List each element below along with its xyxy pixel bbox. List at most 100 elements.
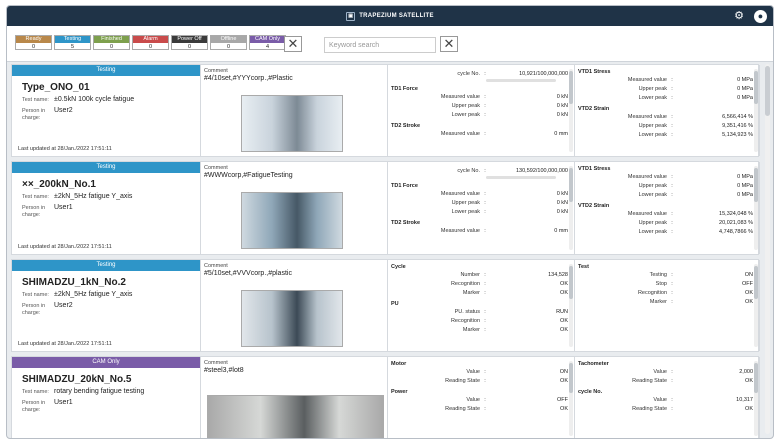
measurement-value: 0 kN — [556, 199, 568, 206]
filter-chip-count: 5 — [70, 44, 75, 50]
test-name-value: ±0.5kN 100k cycle fatigue — [54, 96, 135, 103]
measurement-separator: : — [484, 308, 486, 315]
camera-image[interactable] — [241, 95, 343, 152]
device-name[interactable]: SHIMADZU_1kN_No.2 — [22, 277, 200, 288]
person-label: Person in charge: — [22, 108, 46, 121]
panel-scrollbar[interactable] — [569, 264, 573, 347]
measurement-name: Recognition — [637, 289, 667, 296]
measurement-row: Lower peak: 0 kN — [388, 207, 574, 216]
measurement-row: Lower peak: 0 MPa — [575, 93, 759, 102]
measurement-value: 0 MPa — [737, 94, 753, 101]
measurement-separator: : — [671, 405, 673, 412]
measurement-row: Number: 134,528 — [388, 270, 574, 279]
filter-chip-offline[interactable]: Offline 0 — [210, 35, 247, 50]
measurement-separator: : — [671, 182, 673, 189]
device-info: Testing SHIMADZU_1kN_No.2 Test name: ±2kN_5… — [12, 260, 201, 351]
filter-chip-count: 0 — [31, 44, 36, 50]
test-name-row: Test name: ±2kN_5Hz fatigue Y_axis — [22, 291, 200, 299]
measurement-value: 5,134,923 % — [722, 131, 753, 138]
measurement-name: Reading State — [445, 405, 480, 412]
measurement-value: 6,566,414 % — [722, 113, 753, 120]
device-name[interactable]: ××_200kN_No.1 — [22, 179, 200, 190]
filter-chip-alarm[interactable]: Alarm 0 — [132, 35, 169, 50]
gear-icon[interactable]: ⚙ — [734, 9, 744, 23]
camera-image[interactable] — [241, 290, 343, 347]
test-name-row: Test name: ±0.5kN 100k cycle fatigue — [22, 96, 200, 104]
panel-scrollbar[interactable] — [754, 361, 758, 436]
status-badge: CAM Only — [12, 357, 200, 368]
device-card[interactable]: Testing SHIMADZU_1kN_No.2 Test name: ±2kN_5… — [11, 259, 760, 352]
person-value: User1 — [54, 204, 73, 211]
measurement-value: OK — [745, 298, 753, 305]
measurement-name: cycle No. — [457, 167, 480, 174]
measurement-row: Measured value: 0 MPa — [575, 172, 759, 181]
device-card[interactable]: CAM Only SHIMADZU_20kN_No.5 Test name: rota… — [11, 356, 760, 438]
device-card[interactable]: Testing ××_200kN_No.1 Test name: ±2kN_5Hz f… — [11, 161, 760, 255]
measurement-row: Measured value: 0 kN — [388, 189, 574, 198]
measurement-row: Upper peak: 9,351,416 % — [575, 121, 759, 130]
test-name-label: Test name: — [22, 194, 49, 200]
measurement-row: Measured value: 0 mm — [388, 226, 574, 235]
measurement-name: Value — [466, 396, 480, 403]
measurement-name: Recognition — [450, 317, 480, 324]
measurement-value: OK — [560, 280, 568, 287]
measurement-value: OK — [745, 289, 753, 296]
filter-chip-finished[interactable]: Finished 0 — [93, 35, 130, 50]
panel-scrollbar[interactable] — [569, 69, 573, 152]
user-avatar-icon[interactable]: ● — [754, 9, 767, 23]
clear-search-button[interactable]: ✕ — [440, 36, 458, 52]
measurement-value: OK — [560, 317, 568, 324]
panel-scrollbar[interactable] — [569, 166, 573, 250]
measurement-panel-1: Motor Value: ON Reading State: OK Power Value:… — [388, 357, 575, 438]
panel-scrollbar[interactable] — [754, 166, 758, 250]
comment-panel: Comment #steel3,#lot8 — [201, 357, 388, 438]
status-filter-chips: Ready 0 Testing 5 Finished 0 Alarm 0 Power Off 0 O… — [15, 35, 286, 50]
camera-image[interactable] — [241, 192, 343, 249]
comment-text: #4/10set,#YYYcorp.,#Plastic — [204, 75, 293, 82]
measurement-name: Lower peak — [638, 131, 667, 138]
measurement-value: 0 MPa — [737, 173, 753, 180]
device-name[interactable]: Type_ONO_01 — [22, 82, 200, 93]
test-name-value: rotary bending fatigue testing — [54, 388, 145, 395]
comment-label: Comment — [204, 165, 228, 171]
measurement-separator: : — [671, 298, 673, 305]
measurement-separator: : — [671, 280, 673, 287]
measurement-row: Lower peak: 5,134,923 % — [575, 130, 759, 139]
device-card[interactable]: Testing Type_ONO_01 Test name: ±0.5kN 100k … — [11, 64, 760, 157]
filter-chip-label: Ready — [16, 36, 51, 43]
measurement-value: OK — [560, 377, 568, 384]
person-label: Person in charge: — [22, 303, 46, 316]
measurement-row: Reading State: OK — [388, 376, 574, 385]
title-bar: ▣ TRAPEZIUM SATELLITE ⚙ ● — [7, 6, 773, 26]
page-scrollbar[interactable] — [765, 64, 770, 434]
clear-filters-button[interactable]: ✕ — [284, 36, 302, 52]
panel-scrollbar[interactable] — [754, 69, 758, 152]
device-name[interactable]: SHIMADZU_20kN_No.5 — [22, 374, 200, 385]
measurement-value: 20,021,083 % — [719, 219, 753, 226]
filter-chip-label: Finished — [94, 36, 129, 43]
camera-image[interactable] — [207, 395, 384, 438]
comment-label: Comment — [204, 263, 228, 269]
measurement-name: Upper peak — [638, 85, 667, 92]
measurement-row: Measured value: 6,566,414 % — [575, 112, 759, 121]
measurement-separator: : — [671, 122, 673, 129]
filter-chip-power-off[interactable]: Power Off 0 — [171, 35, 208, 50]
comment-panel: Comment #5/10set,#VVVcorp.,#plastic — [201, 260, 388, 351]
filter-chip-testing[interactable]: Testing 5 — [54, 35, 91, 50]
panel-scrollbar[interactable] — [754, 264, 758, 347]
filter-chip-cam-only[interactable]: CAM Only 4 — [249, 35, 286, 50]
measurement-row: Measured value: 0 kN — [388, 92, 574, 101]
measurement-separator: : — [484, 396, 486, 403]
panel-scrollbar[interactable] — [569, 361, 573, 436]
measurement-value: 4,748,7866 % — [719, 228, 753, 235]
measurement-value: 0 MPa — [737, 191, 753, 198]
filter-chip-ready[interactable]: Ready 0 — [15, 35, 52, 50]
measurement-name: Measured value — [627, 76, 667, 83]
measurement-name: Measured value — [440, 130, 480, 137]
measurement-value: 0 kN — [556, 208, 568, 215]
measurement-name: Recognition — [450, 280, 480, 287]
measurement-value: 0 MPa — [737, 85, 753, 92]
filter-chip-count: 4 — [265, 44, 270, 50]
search-input[interactable]: Keyword search — [324, 37, 436, 53]
app-window: ▣ TRAPEZIUM SATELLITE ⚙ ● Ready 0 Testing 5… — [6, 5, 774, 439]
